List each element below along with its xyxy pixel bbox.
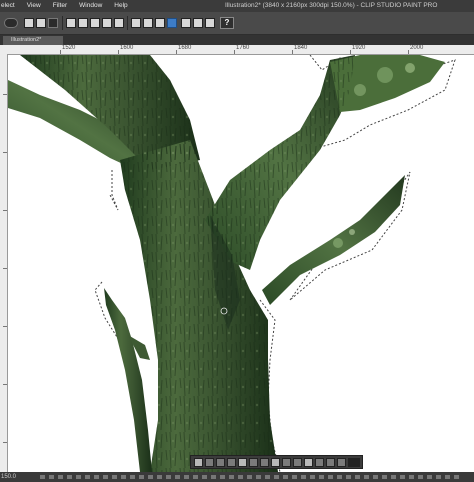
shrink-icon[interactable]	[315, 457, 324, 467]
invert-selection-icon[interactable]	[155, 18, 165, 28]
paste-icon[interactable]	[282, 457, 291, 467]
hide-selection-icon[interactable]	[293, 457, 302, 467]
zoom-level[interactable]: 150.0	[1, 472, 16, 482]
menu-bar: elect View Filter Window Help	[0, 0, 134, 12]
separator	[127, 16, 128, 30]
clear-outside-icon[interactable]	[102, 18, 112, 28]
ruler-tick	[3, 94, 7, 95]
snap-special-icon[interactable]	[205, 18, 215, 28]
ruler-label: 1840	[294, 45, 308, 51]
command-bar: ?	[0, 12, 474, 35]
expand-icon[interactable]	[304, 457, 313, 467]
canvas-tab-bar: Illustration2*	[0, 35, 474, 45]
vertical-ruler	[0, 54, 8, 472]
ruler-tick	[3, 268, 7, 269]
selection-launcher	[190, 455, 363, 469]
undo-icon[interactable]	[66, 18, 76, 28]
more-icon[interactable]	[337, 457, 346, 467]
menu-window[interactable]: Window	[73, 0, 108, 12]
toggle-icon[interactable]	[348, 457, 360, 467]
ruler-tick	[234, 50, 235, 54]
clear-icon[interactable]	[90, 18, 100, 28]
separator	[62, 16, 63, 30]
ruler-label: 2000	[410, 45, 424, 51]
copy-icon[interactable]	[271, 457, 280, 467]
status-scroll[interactable]	[40, 475, 460, 479]
ruler-tick	[350, 50, 351, 54]
save-icon[interactable]	[48, 18, 58, 28]
help-icon[interactable]: ?	[220, 17, 234, 29]
left-twig	[104, 288, 152, 472]
ruler-label: 1600	[120, 45, 134, 51]
new-icon[interactable]	[24, 18, 34, 28]
clear-selection-icon[interactable]	[205, 457, 214, 467]
redo-icon[interactable]	[78, 18, 88, 28]
fill-selection-icon[interactable]	[216, 457, 225, 467]
menu-help[interactable]: Help	[108, 0, 133, 12]
window-title: Illustration2* (3840 x 2160px 300dpi 150…	[225, 2, 438, 9]
invert-icon[interactable]	[227, 457, 236, 467]
open-icon[interactable]	[36, 18, 46, 28]
transform-icon[interactable]	[238, 457, 247, 467]
menu-select[interactable]: elect	[0, 0, 21, 12]
scale-icon[interactable]	[249, 457, 258, 467]
pattern-icon[interactable]	[326, 457, 335, 467]
ruler-tick	[408, 50, 409, 54]
ruler-tick	[3, 326, 7, 327]
ruler-tick	[118, 50, 119, 54]
tab-illustration2[interactable]: Illustration2*	[3, 36, 63, 45]
ruler-label: 1520	[62, 45, 76, 51]
ruler-tick	[3, 384, 7, 385]
ruler-tick	[60, 50, 61, 54]
transform-icon[interactable]	[131, 18, 141, 28]
horizontal-ruler: 1520 1600 1680 1760 1840 1920 2000	[0, 45, 474, 55]
status-bar: 150.0	[0, 472, 474, 482]
eye-icon[interactable]	[4, 18, 18, 28]
menu-filter[interactable]: Filter	[47, 0, 73, 12]
menu-view[interactable]: View	[21, 0, 47, 12]
ruler-tick	[176, 50, 177, 54]
crop-icon[interactable]	[260, 457, 269, 467]
ruler-label: 1760	[236, 45, 250, 51]
selection-launcher-icon[interactable]	[167, 18, 177, 28]
ruler-tick	[292, 50, 293, 54]
snap-grid-icon[interactable]	[193, 18, 203, 28]
ruler-tick	[3, 210, 7, 211]
deselect-icon[interactable]	[194, 457, 203, 467]
canvas-area[interactable]	[8, 55, 474, 472]
fill-icon[interactable]	[114, 18, 124, 28]
ruler-label: 1680	[178, 45, 192, 51]
ruler-label: 1920	[352, 45, 366, 51]
deselect-icon[interactable]	[143, 18, 153, 28]
ruler-tick	[3, 152, 7, 153]
snap-ruler-icon[interactable]	[181, 18, 191, 28]
title-bar: elect View Filter Window Help Illustrati…	[0, 0, 474, 12]
ruler-tick	[3, 442, 7, 443]
tree-artwork	[8, 55, 456, 472]
